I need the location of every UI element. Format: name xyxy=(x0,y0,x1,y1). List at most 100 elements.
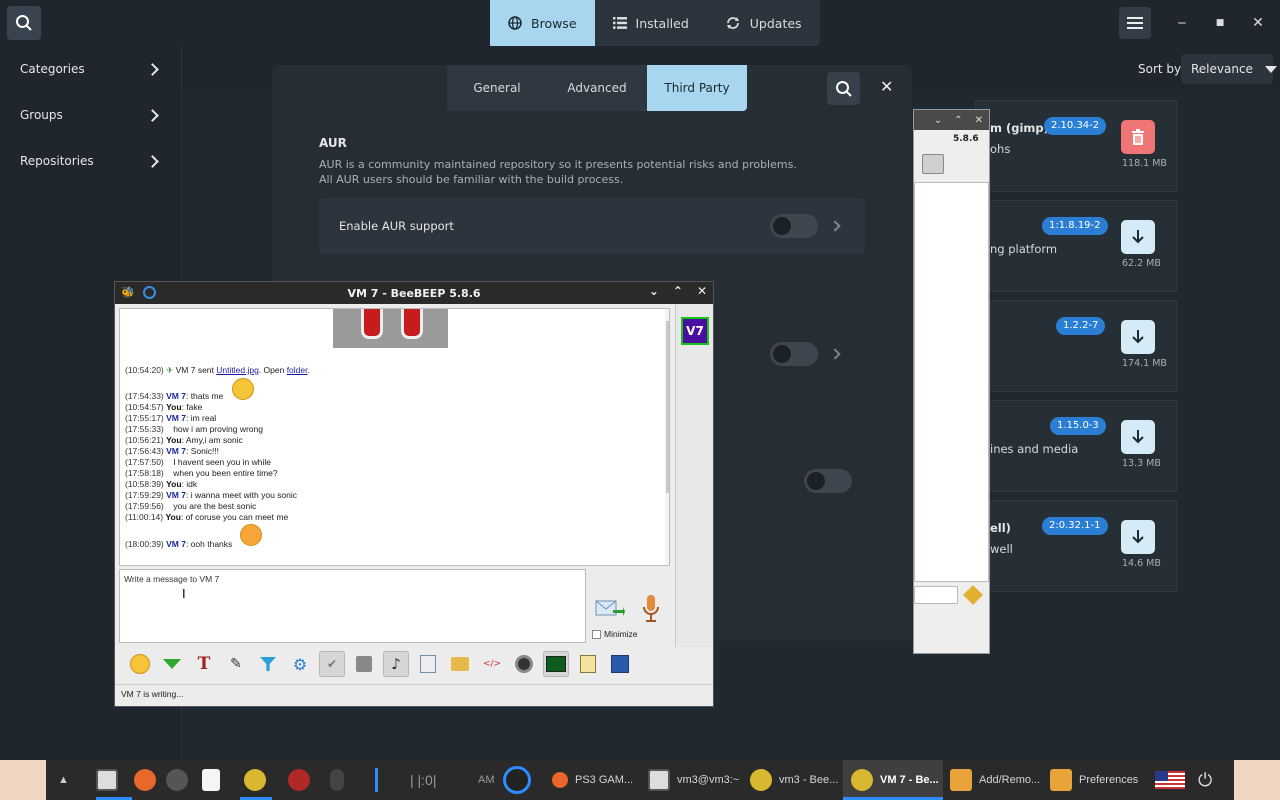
package-card[interactable]: ines and media 1.15.0-3 13.3 MB xyxy=(975,400,1177,492)
package-card[interactable]: ng platform 1:1.8.19-2 62.2 MB xyxy=(975,200,1177,292)
screenshot-button[interactable] xyxy=(511,651,537,677)
scrollbar-thumb[interactable] xyxy=(666,321,669,493)
save-button[interactable] xyxy=(607,651,633,677)
chevron-down-icon[interactable]: ⌄ xyxy=(934,115,942,126)
file-send-icon xyxy=(420,655,436,673)
launcher-files[interactable] xyxy=(202,760,220,800)
terminal-button[interactable] xyxy=(543,651,569,677)
spellcheck-button[interactable]: ✔ xyxy=(319,651,345,677)
file-link[interactable]: Untitled.jpg xyxy=(216,365,259,375)
version-badge: 1.15.0-3 xyxy=(1050,417,1106,435)
setting-toggle[interactable] xyxy=(770,342,818,366)
tab-browse[interactable]: Browse xyxy=(490,0,595,46)
taskbar-item-vm7-bee[interactable]: VM 7 - Be... xyxy=(843,760,943,800)
message-time: (10:54:57) xyxy=(125,402,164,412)
user-panel: V7 xyxy=(675,304,713,647)
shared-image-thumbnail[interactable] xyxy=(333,309,448,348)
clock[interactable]: AM xyxy=(478,760,495,800)
launcher-terminal[interactable] xyxy=(96,760,132,800)
notes-button[interactable] xyxy=(575,651,601,677)
tab-general[interactable]: General xyxy=(447,65,547,111)
chevron-up-icon[interactable]: ⌃ xyxy=(673,284,683,298)
close-icon[interactable]: ✕ xyxy=(975,115,983,126)
install-button[interactable] xyxy=(1121,320,1155,354)
launcher-firefox[interactable] xyxy=(134,760,156,800)
package-desc: well xyxy=(990,542,1013,556)
enable-aur-row[interactable]: Enable AUR support xyxy=(319,198,865,254)
sidebar-item-categories[interactable]: Categories xyxy=(0,46,181,92)
close-icon: ✕ xyxy=(880,77,894,96)
menu-button[interactable] xyxy=(503,760,531,800)
compact-view-button[interactable] xyxy=(159,651,185,677)
music-button[interactable]: ♪ xyxy=(383,651,409,677)
sidebar-item-groups[interactable]: Groups xyxy=(0,92,181,138)
color-button[interactable]: ✎ xyxy=(223,651,249,677)
workspace-switcher[interactable]: | |:0| xyxy=(410,760,436,800)
chevron-up-icon[interactable]: ⌃ xyxy=(954,115,962,126)
text-cursor-icon: I xyxy=(182,586,186,601)
enable-aur-toggle[interactable] xyxy=(770,214,818,238)
launcher-app[interactable] xyxy=(166,760,188,800)
close-preferences-button[interactable]: ✕ xyxy=(880,77,893,96)
dictionary-button[interactable] xyxy=(351,651,377,677)
tab-third-party[interactable]: Third Party xyxy=(647,65,747,111)
minimize-window-button[interactable]: ‒ xyxy=(1168,9,1196,37)
background-window: ⌄ ⌃ ✕ 5.8.6 xyxy=(913,109,990,654)
install-button[interactable] xyxy=(1121,520,1155,554)
launcher-app-3[interactable] xyxy=(330,760,344,800)
chat-history[interactable]: (10:54:20) ✈ VM 7 sent Untitled.jpg. Ope… xyxy=(119,308,670,566)
taskbar-item-vm3-bee[interactable]: vm3 - Bee... xyxy=(750,760,840,800)
background-window-field[interactable] xyxy=(914,586,958,604)
sidebar-item-repositories[interactable]: Repositories xyxy=(0,138,181,184)
message-time: (10:58:39) xyxy=(125,479,164,489)
font-button[interactable]: T xyxy=(191,651,217,677)
trash-can-icon[interactable] xyxy=(922,154,944,174)
chat-scrollbar[interactable] xyxy=(665,309,669,565)
install-button[interactable] xyxy=(1121,420,1155,454)
chevron-down-icon[interactable]: ⌄ xyxy=(649,284,659,298)
search-button[interactable] xyxy=(7,6,41,40)
code-button[interactable]: </> xyxy=(479,651,505,677)
keyboard-layout[interactable] xyxy=(1155,760,1185,800)
volume-indicator[interactable] xyxy=(375,760,378,800)
setting-toggle[interactable] xyxy=(804,469,852,493)
filter-button[interactable] xyxy=(255,651,281,677)
close-window-button[interactable]: ✕ xyxy=(1244,9,1272,37)
maximize-window-button[interactable]: ■ xyxy=(1206,9,1234,37)
tab-installed[interactable]: Installed xyxy=(595,0,707,46)
minimize-checkbox[interactable]: Minimize xyxy=(592,629,638,639)
message-input[interactable]: Write a message to VM 7 I xyxy=(119,569,586,643)
taskbar-item-preferences[interactable]: Preferences xyxy=(1050,760,1140,800)
install-button[interactable] xyxy=(1121,220,1155,254)
send-button[interactable] xyxy=(595,598,625,620)
tab-advanced[interactable]: Advanced xyxy=(547,65,647,111)
hamburger-menu-button[interactable] xyxy=(1119,7,1151,39)
package-card[interactable]: m (gimp) ohs 2.10.34-2 118.1 MB xyxy=(975,100,1177,192)
settings-button[interactable]: ⚙ xyxy=(287,651,313,677)
power-button[interactable]: ⏻ xyxy=(1198,760,1212,800)
broom-icon[interactable] xyxy=(963,585,983,605)
package-card[interactable]: 1.2.2-7 174.1 MB xyxy=(975,300,1177,392)
emoticon-button[interactable] xyxy=(127,651,153,677)
taskbar-item-terminal[interactable]: vm3@vm3:~ xyxy=(648,760,740,800)
voice-message-button[interactable] xyxy=(641,594,661,624)
package-card[interactable]: ell) well 2:0.32.1-1 14.6 MB xyxy=(975,500,1177,592)
taskbar-item-ps3[interactable]: PS3 GAM... xyxy=(552,760,642,800)
send-folder-button[interactable] xyxy=(447,651,473,677)
launcher-beebeep[interactable] xyxy=(240,760,272,800)
folder-link[interactable]: folder xyxy=(287,365,308,375)
sort-by-dropdown[interactable]: Relevance xyxy=(1181,54,1277,84)
code-icon: </> xyxy=(482,659,502,669)
send-file-button[interactable] xyxy=(415,651,441,677)
tab-updates[interactable]: Updates xyxy=(707,0,820,46)
avatar[interactable]: V7 xyxy=(681,317,709,345)
launcher-app-2[interactable] xyxy=(288,760,310,800)
close-icon[interactable]: ✕ xyxy=(697,284,707,298)
preferences-search-button[interactable] xyxy=(827,72,860,105)
taskbar-item-add-remove[interactable]: Add/Remo... xyxy=(950,760,1042,800)
remove-button[interactable] xyxy=(1121,120,1155,154)
show-hidden-button[interactable]: ▲ xyxy=(58,760,69,800)
image-leg xyxy=(361,309,383,339)
clock-text: AM xyxy=(478,774,495,786)
checkbox-box[interactable] xyxy=(592,629,601,639)
